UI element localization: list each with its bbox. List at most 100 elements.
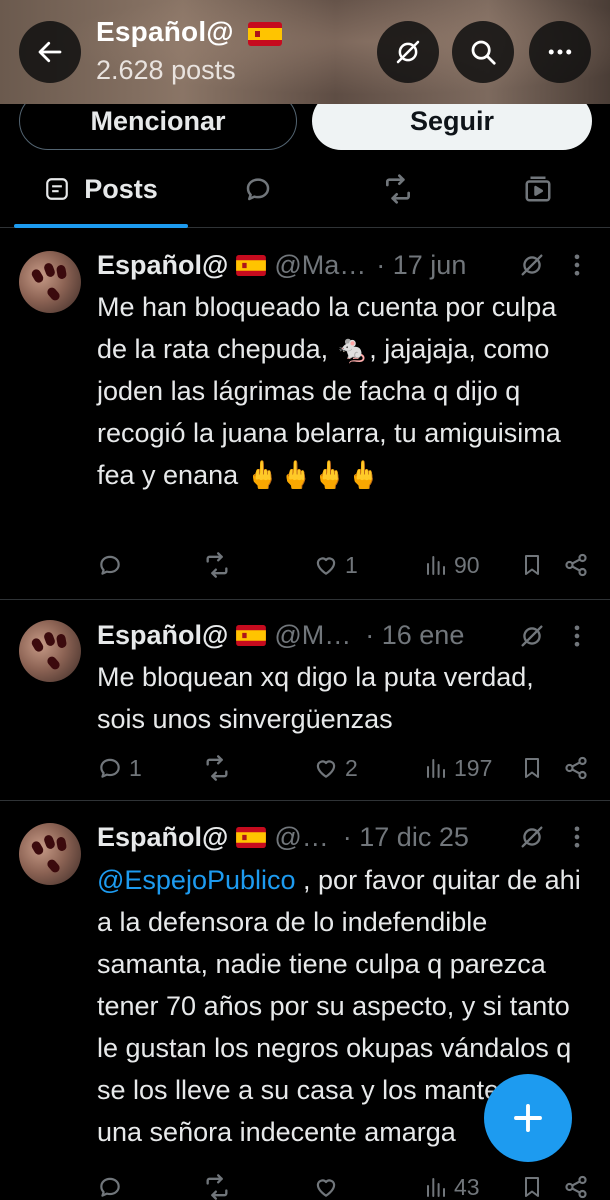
share-icon [565, 756, 587, 780]
like-button[interactable]: 1 [313, 547, 358, 583]
post-date[interactable]: · 16 ene [365, 620, 464, 651]
spain-flag-icon [247, 21, 282, 46]
repost-icon [206, 1174, 228, 1200]
post-actions: 1 2 197 [0, 750, 610, 786]
media-icon [525, 176, 551, 202]
compose-post-button[interactable] [484, 1074, 572, 1162]
reply-icon [100, 758, 120, 778]
back-button[interactable] [19, 21, 81, 83]
post-author-name[interactable]: Español@ [97, 250, 228, 281]
avatar[interactable] [19, 620, 81, 682]
post-handle[interactable]: @Ma… [274, 250, 366, 281]
like-count: 2 [345, 754, 358, 781]
post-date[interactable]: · 17 jun [376, 250, 466, 281]
repost-icon [206, 755, 228, 781]
post-actions: 43 [0, 1169, 610, 1200]
sync-button[interactable] [377, 21, 439, 83]
more-vertical-icon [574, 625, 580, 647]
profile-name: Español@ [96, 16, 234, 47]
post-more-button[interactable] [566, 622, 588, 655]
reply-button[interactable]: 1 [97, 750, 142, 786]
tab-media[interactable] [500, 150, 576, 228]
post-header: Español@ @… · 17 dic 25 [97, 819, 469, 855]
views-icon [427, 1178, 445, 1197]
more-vertical-icon [574, 254, 580, 276]
reply-icon [100, 1177, 120, 1197]
more-options-button[interactable] [529, 21, 591, 83]
view-count: 90 [454, 551, 480, 578]
repost-button[interactable] [203, 547, 237, 583]
post-actions: 1 90 [0, 547, 610, 583]
repost-button[interactable] [203, 750, 237, 786]
share-icon [565, 1175, 587, 1199]
views-button[interactable]: 90 [424, 547, 480, 583]
bookmark-button[interactable] [520, 750, 544, 786]
post-more-button[interactable] [566, 251, 588, 284]
post-date[interactable]: · 17 dic 25 [343, 822, 469, 853]
view-count: 43 [454, 1173, 480, 1200]
post-text: Me han bloqueado la cuenta por culpa de … [97, 292, 561, 490]
post-item[interactable]: Español@ @Ma… · 17 jun Me han bloqueado … [0, 229, 610, 600]
profile-header [0, 0, 610, 104]
tab-posts-label: Posts [84, 173, 158, 204]
bookmark-icon [525, 555, 539, 575]
tab-reposts[interactable] [360, 150, 436, 228]
views-button[interactable]: 197 [424, 750, 492, 786]
views-button[interactable]: 43 [424, 1169, 480, 1200]
post-header: Español@ @Ma… · 17 jun [97, 247, 466, 283]
post-more-button[interactable] [566, 823, 588, 856]
share-button[interactable] [563, 1169, 589, 1200]
profile-tabs: Posts [0, 150, 610, 228]
spain-flag-icon [236, 624, 267, 646]
bookmark-button[interactable] [520, 547, 544, 583]
post-count: 2.628 posts [96, 55, 236, 85]
post-handle[interactable]: @M… [274, 620, 351, 651]
tab-replies[interactable] [220, 150, 296, 228]
repost-icon [386, 174, 410, 204]
bookmark-button[interactable] [520, 1169, 544, 1200]
like-button[interactable] [313, 1169, 345, 1200]
header-title: Español@ [96, 16, 282, 48]
reply-icon [246, 178, 270, 201]
share-icon [565, 553, 587, 577]
views-icon [427, 759, 445, 778]
arrow-left-icon [38, 41, 62, 63]
tab-posts[interactable]: Posts [14, 150, 188, 228]
heart-icon [316, 557, 336, 575]
reply-icon [100, 555, 120, 575]
more-horizontal-icon [548, 49, 572, 55]
post-item[interactable]: Español@ @M… · 16 ene Me bloquean xq dig… [0, 600, 610, 801]
sync-off-icon[interactable] [518, 622, 546, 655]
post-text: Me bloquean xq digo la puta verdad, sois… [97, 662, 534, 734]
spain-flag-icon [236, 254, 267, 276]
like-button[interactable]: 2 [313, 750, 358, 786]
post-handle[interactable]: @… [274, 822, 328, 853]
search-icon [471, 40, 496, 65]
post-author-name[interactable]: Español@ [97, 822, 228, 853]
more-vertical-icon [574, 826, 580, 848]
reply-count: 1 [129, 754, 142, 781]
active-tab-indicator [14, 224, 188, 228]
mention-link[interactable]: @EspejoPublico [97, 865, 296, 895]
reply-button[interactable] [97, 547, 129, 583]
plus-icon [514, 1104, 542, 1132]
avatar[interactable] [19, 251, 81, 313]
sync-off-icon[interactable] [518, 823, 546, 856]
view-count: 197 [454, 754, 493, 781]
repost-button[interactable] [203, 1169, 237, 1200]
post-header: Español@ @M… · 16 ene [97, 617, 464, 653]
heart-icon [316, 760, 336, 778]
post-author-name[interactable]: Español@ [97, 620, 228, 651]
search-button[interactable] [452, 21, 514, 83]
bookmark-icon [525, 758, 539, 778]
share-button[interactable] [563, 750, 589, 786]
sync-off-icon [396, 40, 420, 64]
sync-off-icon[interactable] [518, 251, 546, 284]
share-button[interactable] [563, 547, 589, 583]
repost-icon [206, 552, 228, 578]
posts-icon [46, 178, 69, 200]
spain-flag-icon [236, 826, 267, 848]
avatar[interactable] [19, 823, 81, 885]
like-count: 1 [345, 551, 358, 578]
reply-button[interactable] [97, 1169, 129, 1200]
